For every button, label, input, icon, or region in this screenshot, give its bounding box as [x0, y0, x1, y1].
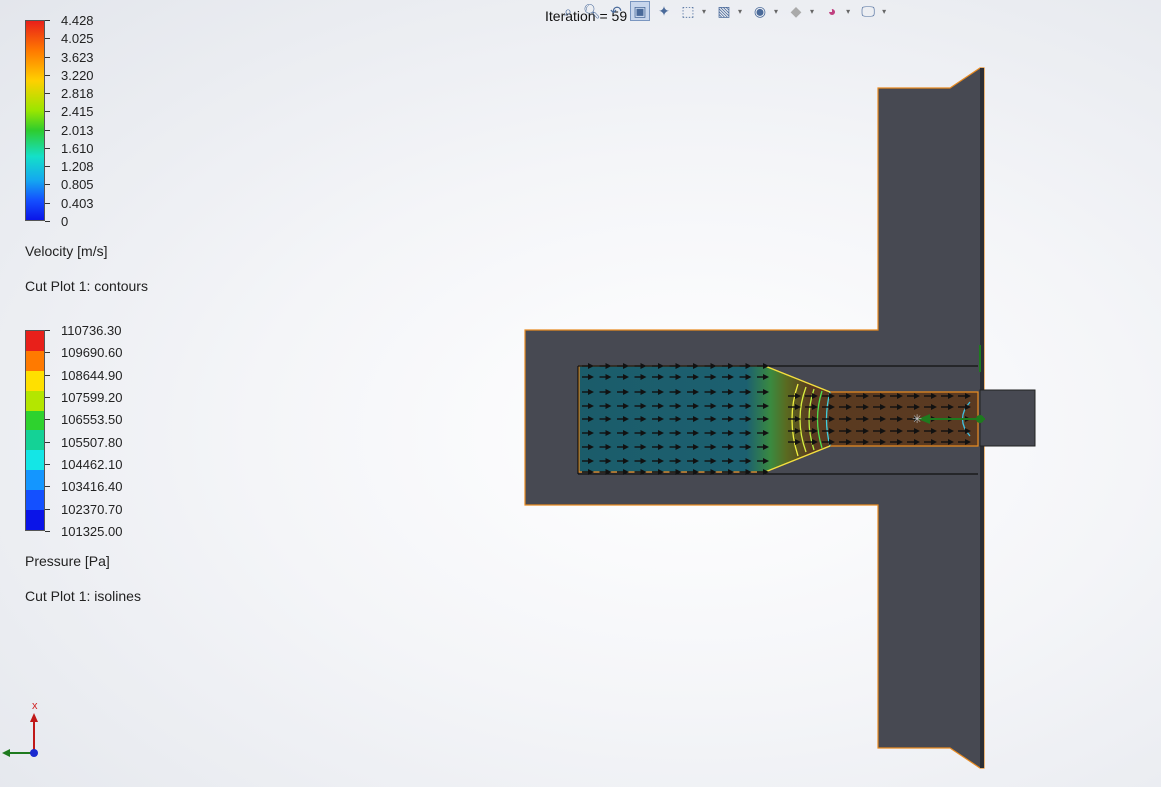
svg-text:✳: ✳	[912, 412, 922, 426]
model-viewport[interactable]: ✳	[0, 0, 1161, 787]
triad-x-label: x	[32, 700, 38, 712]
coordinate-triad: x	[2, 700, 38, 757]
